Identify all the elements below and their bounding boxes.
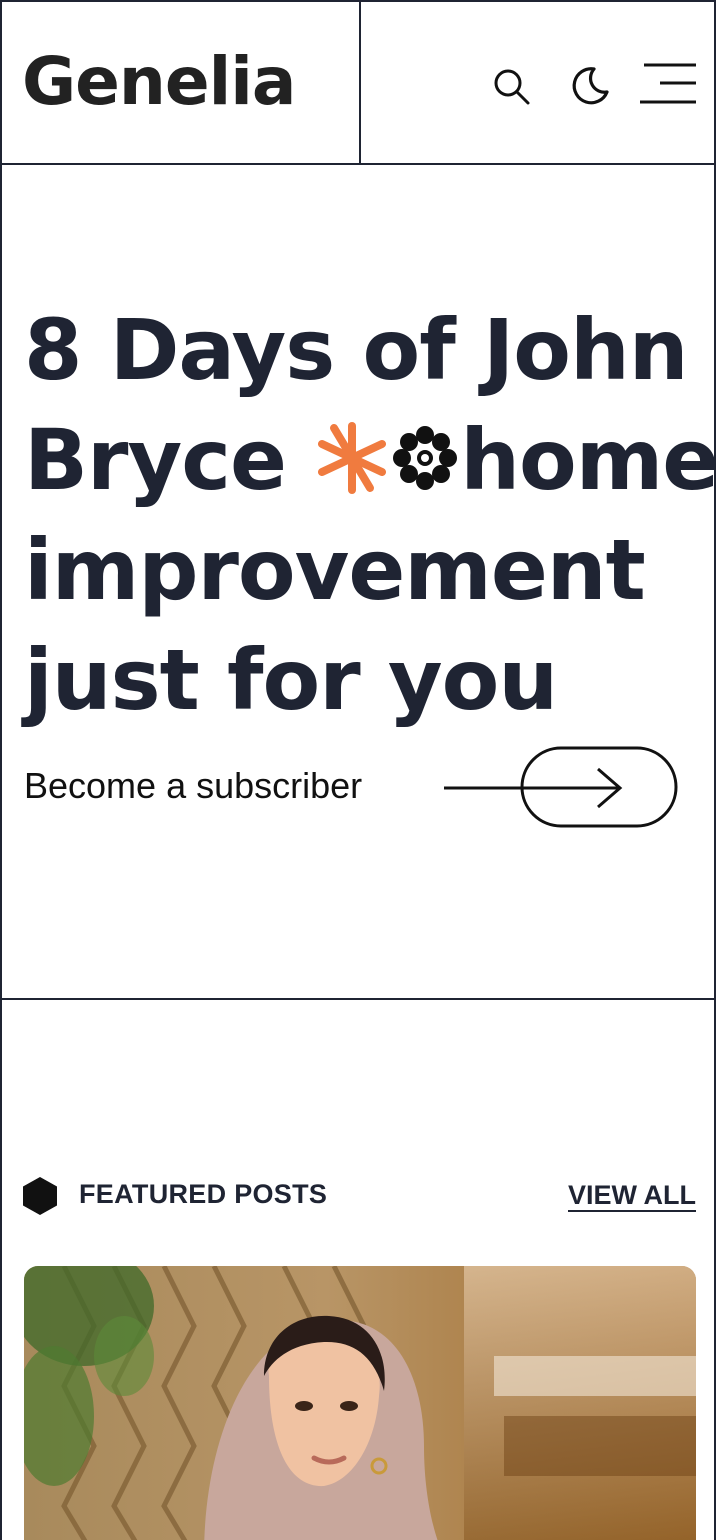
menu-icon [640,63,696,104]
hero-title-line: 8 Days of John [24,301,689,399]
search-icon [494,69,530,105]
hero-title-line: just for you [24,631,558,729]
site-logo[interactable]: Genelia [22,42,296,122]
hero-title-line: improvement [24,521,646,619]
theme-toggle-button[interactable] [568,64,612,108]
flower-icon [393,426,458,491]
moon-icon [572,67,609,105]
hero-title-text: home [460,411,716,509]
asterisk-icon [318,422,387,495]
view-all-link[interactable]: VIEW ALL [568,1180,696,1211]
featured-post-card-image[interactable] [24,1266,696,1540]
header-divider [359,2,361,165]
hero-title-line: Bryce home [24,405,716,515]
hero-title: 8 Days of John Bryce home improvement ju… [24,295,716,735]
menu-button[interactable] [638,62,698,108]
hero-title-text: Bryce [24,411,315,509]
subscribe-link[interactable]: Become a subscriber [24,765,362,807]
site-header: Genelia [0,0,716,165]
hero-section: 8 Days of John Bryce home improvement ju… [0,165,716,1000]
featured-posts-title: FEATURED POSTS [79,1179,328,1209]
subscribe-row: Become a subscriber [24,743,684,833]
featured-post-photo [24,1266,696,1540]
subscribe-arrow-button[interactable] [442,745,682,831]
hexagon-icon [23,1177,57,1215]
arrow-right-icon [444,746,678,828]
featured-posts-header: FEATURED POSTS VIEW ALL [22,1170,696,1220]
search-button[interactable] [490,64,534,108]
